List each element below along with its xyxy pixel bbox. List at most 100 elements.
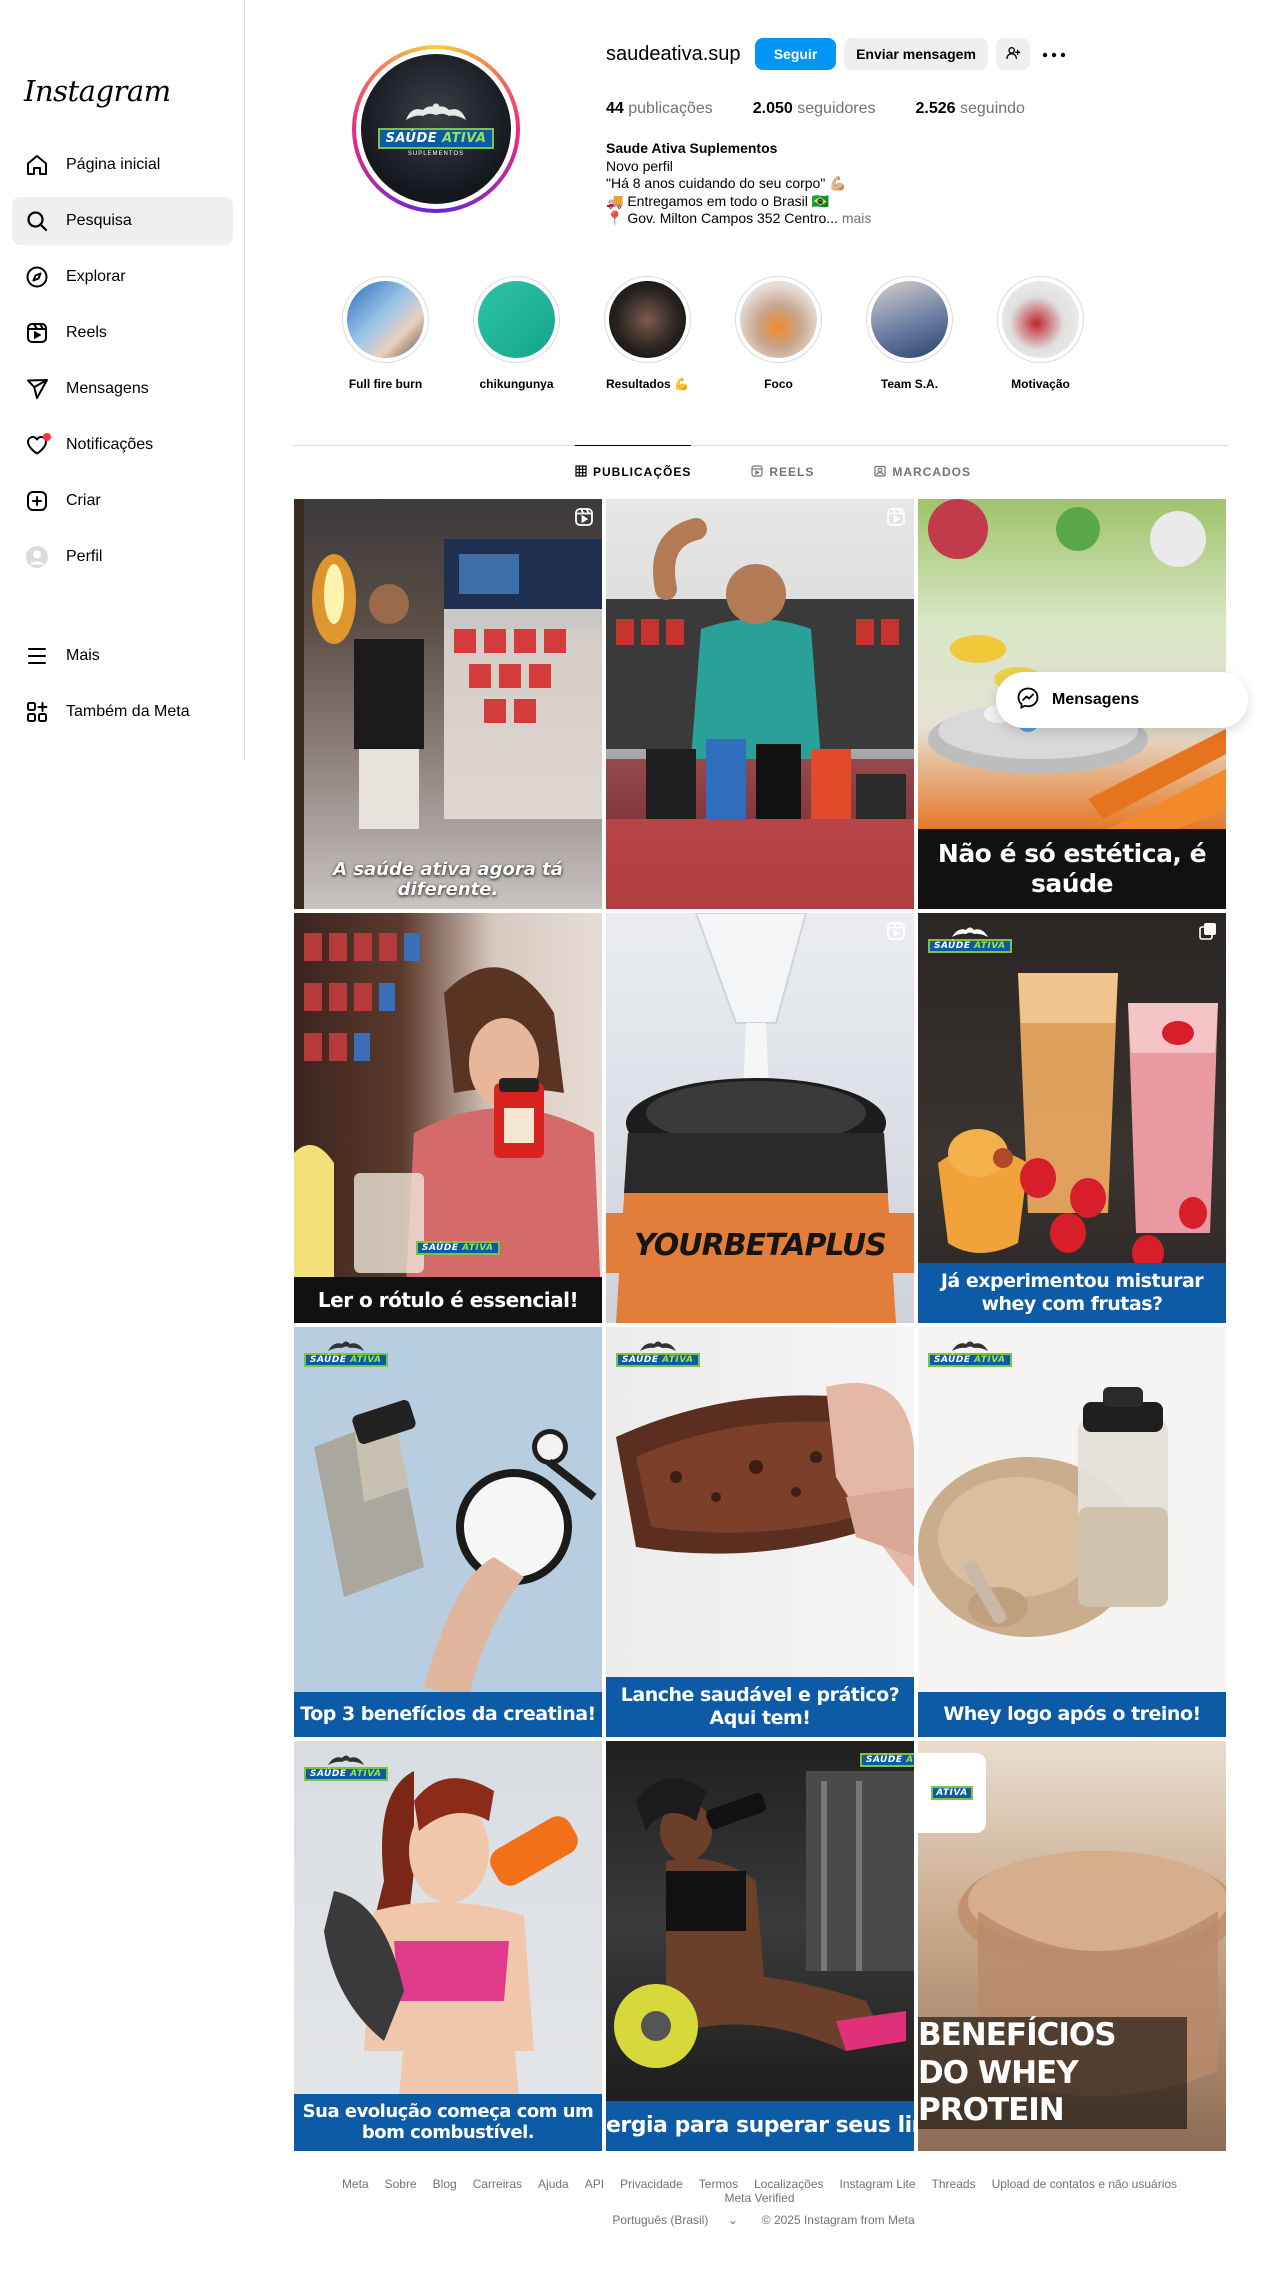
options-button[interactable] <box>1040 42 1068 66</box>
post-image <box>294 499 602 909</box>
sidebar-item-home[interactable]: Página inicial <box>12 141 233 189</box>
post-tile[interactable]: SAÚDE ATIVA Lanche saudável e prático? A… <box>606 1327 914 1737</box>
sidebar-item-search[interactable]: Pesquisa <box>12 197 233 245</box>
bodybuilder-logo-icon <box>406 103 466 120</box>
highlight-item[interactable]: Motivação <box>975 276 1106 391</box>
footer-link[interactable]: Meta Verified <box>724 2191 794 2205</box>
sidebar-item-label: Notificações <box>66 436 154 453</box>
post-tile[interactable]: YOURBETAPLUS <box>606 913 914 1323</box>
tab-label: REELS <box>769 465 815 479</box>
sidebar-item-label: Pesquisa <box>66 212 132 229</box>
post-image <box>324 1771 578 2151</box>
bio-more-link[interactable]: mais <box>838 210 872 226</box>
footer-bottom: Português (Brasil) ⌄ © 2025 Instagram fr… <box>294 2213 1225 2227</box>
footer-link[interactable]: Privacidade <box>620 2177 683 2191</box>
sidebar-nav: Página inicial Pesquisa Explorar Reels M… <box>12 141 233 589</box>
sidebar-item-messages[interactable]: Mensagens <box>12 365 233 413</box>
post-image <box>918 1387 1168 1637</box>
sidebar-item-also-from-meta[interactable]: Também da Meta <box>12 688 233 736</box>
footer-link[interactable]: Blog <box>433 2177 457 2191</box>
post-tile[interactable]: A saúde ativa agora tá diferente. <box>294 499 602 909</box>
carousel-icon <box>1198 921 1218 941</box>
footer-link[interactable]: Localizações <box>754 2177 823 2191</box>
instagram-logo[interactable]: Instagram <box>24 74 171 108</box>
sidebar-item-label: Reels <box>66 324 107 341</box>
brand-watermark: ATIVA <box>918 1753 986 1833</box>
suggest-accounts-button[interactable] <box>996 38 1030 70</box>
post-tile[interactable]: SAÚDE ATIVA ergia para superar seus limi… <box>606 1741 914 2151</box>
notification-dot <box>43 433 51 441</box>
highlight-label: Resultados 💪 <box>606 377 689 391</box>
highlight-item[interactable]: chikungunya <box>451 276 582 391</box>
tab-posts[interactable]: PUBLICAÇÕES <box>575 445 692 498</box>
post-caption: Não é só estética, é saúde <box>918 829 1226 909</box>
sidebar-item-create[interactable]: Criar <box>12 477 233 525</box>
post-caption: Sua evolução começa com um bom combustív… <box>294 2093 602 2151</box>
post-tile[interactable] <box>606 499 914 909</box>
brand-watermark: SAÚDE ATIVA <box>616 1339 700 1367</box>
post-tile[interactable]: SAÚDE ATIVA Já experimentou misturar whe… <box>918 913 1226 1323</box>
grid-icon <box>575 464 593 480</box>
highlight-label: Foco <box>764 377 793 391</box>
follow-button[interactable]: Seguir <box>755 38 836 70</box>
posts-count[interactable]: 44 publicações <box>606 100 713 118</box>
highlight-item[interactable]: Resultados 💪 <box>582 276 713 391</box>
sidebar-item-notifications[interactable]: Notificações <box>12 421 233 469</box>
copyright: © 2025 Instagram from Meta <box>761 2213 915 2227</box>
post-tile[interactable]: SAÚDE ATIVA Sua evolução começa com um b… <box>294 1741 602 2151</box>
plus-square-icon <box>24 488 50 514</box>
sidebar-item-label: Também da Meta <box>66 703 190 720</box>
sidebar-item-explore[interactable]: Explorar <box>12 253 233 301</box>
post-caption: Whey logo após o treino! <box>918 1692 1226 1737</box>
bio-line: 🚚 Entregamos em todo o Brasil 🇧🇷 <box>606 192 830 209</box>
highlight-item[interactable]: Team S.A. <box>844 276 975 391</box>
footer-link[interactable]: Threads <box>932 2177 976 2191</box>
footer-link[interactable]: Sobre <box>385 2177 417 2191</box>
sidebar-item-profile[interactable]: Perfil <box>12 533 233 581</box>
tab-tagged[interactable]: MARCADOS <box>874 446 971 498</box>
sidebar-item-more[interactable]: Mais <box>12 632 233 680</box>
post-tile[interactable]: SAÚDE ATIVA Ler o rótulo é essencial! <box>294 913 602 1323</box>
brand-subtitle: SUPLEMENTOS <box>407 150 465 157</box>
floating-messages-button[interactable]: Mensagens <box>996 672 1248 728</box>
post-tile[interactable]: SAÚDE ATIVA Whey logo após o treino! <box>918 1327 1226 1737</box>
footer-link[interactable]: Termos <box>699 2177 738 2191</box>
post-caption: Já experimentou misturar whey com frutas… <box>918 1263 1226 1323</box>
following-count[interactable]: 2.526 seguindo <box>916 100 1025 118</box>
footer-link[interactable]: API <box>585 2177 604 2191</box>
tab-label: PUBLICAÇÕES <box>593 465 692 479</box>
sidebar: Instagram Página inicial Pesquisa Explor… <box>0 0 245 760</box>
sidebar-item-reels[interactable]: Reels <box>12 309 233 357</box>
bio-line: 📍 Gov. Milton Campos 352 Centro... mais <box>606 210 872 226</box>
sidebar-bottom: Mais Também da Meta <box>12 632 233 744</box>
send-message-button[interactable]: Enviar mensagem <box>844 38 988 70</box>
footer-link[interactable]: Meta <box>342 2177 369 2191</box>
profile-avatar-image: SAÚDE ATIVA SUPLEMENTOS <box>361 54 511 204</box>
profile-avatar[interactable]: SAÚDE ATIVA SUPLEMENTOS <box>352 45 520 213</box>
highlight-item[interactable]: Foco <box>713 276 844 391</box>
tab-label: MARCADOS <box>892 465 972 479</box>
chevron-down-icon: ⌄ <box>727 2213 738 2227</box>
footer-link[interactable]: Instagram Lite <box>840 2177 916 2191</box>
posts-grid: A saúde ativa agora tá diferente. Não é … <box>294 499 1226 2151</box>
reel-icon <box>886 507 906 527</box>
sidebar-item-label: Perfil <box>66 548 103 565</box>
footer-link[interactable]: Carreiras <box>473 2177 522 2191</box>
highlight-item[interactable]: Full fire burn <box>320 276 451 391</box>
sidebar-item-label: Criar <box>66 492 101 509</box>
followers-count[interactable]: 2.050 seguidores <box>753 100 876 118</box>
post-tile[interactable]: SAÚDE ATIVA Top 3 benefícios da creatina… <box>294 1327 602 1737</box>
profile-bio: Saude Ativa Suplementos Novo perfil "Há … <box>606 140 966 228</box>
highlight-label: Team S.A. <box>880 377 939 391</box>
more-options-icon <box>1042 45 1066 63</box>
post-tile[interactable]: ATIVA BENEFÍCIOS DO WHEY PROTEIN <box>918 1741 1226 2151</box>
home-icon <box>24 152 50 178</box>
language-selector[interactable]: Português (Brasil) ⌄ <box>604 2213 745 2227</box>
bio-line: Novo perfil <box>606 157 673 174</box>
footer-link[interactable]: Ajuda <box>538 2177 569 2191</box>
tab-reels[interactable]: REELS <box>751 446 814 498</box>
menu-icon <box>24 643 50 669</box>
footer-link[interactable]: Upload de contatos e não usuários <box>992 2177 1177 2191</box>
reels-icon <box>24 320 50 346</box>
sidebar-item-label: Explorar <box>66 268 126 285</box>
